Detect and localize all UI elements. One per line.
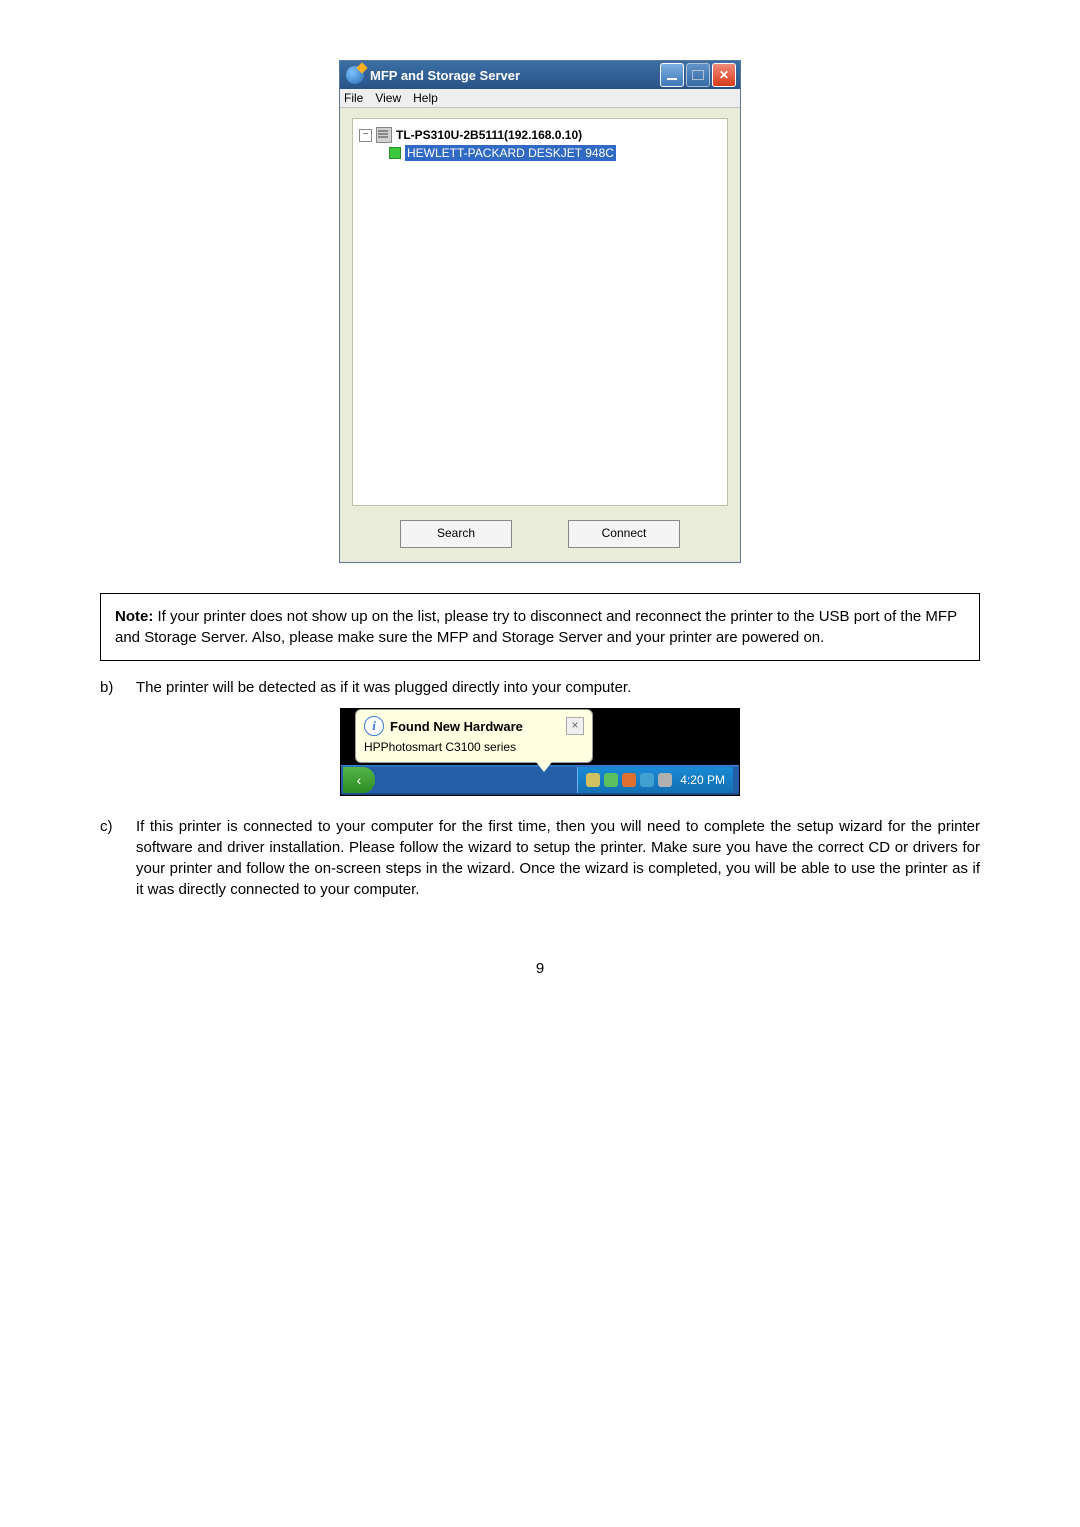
window-title: MFP and Storage Server xyxy=(370,68,660,83)
mfp-storage-server-window: MFP and Storage Server ✕ File View Help … xyxy=(339,60,741,563)
tray-icon[interactable] xyxy=(586,773,600,787)
balloon-body: HPPhotosmart C3100 series xyxy=(364,740,584,754)
app-icon xyxy=(346,66,364,84)
tree-child-row[interactable]: HEWLETT-PACKARD DESKJET 948C xyxy=(389,145,721,161)
tray-icon[interactable] xyxy=(622,773,636,787)
note-body: If your printer does not show up on the … xyxy=(115,608,957,646)
server-label: TL-PS310U-2B5111(192.168.0.10) xyxy=(396,128,582,142)
client-area: − TL-PS310U-2B5111(192.168.0.10) HEWLETT… xyxy=(340,108,740,562)
taskbar-screenshot: i Found New Hardware × HPPhotosmart C310… xyxy=(340,708,740,796)
found-new-hardware-balloon: i Found New Hardware × HPPhotosmart C310… xyxy=(355,709,593,763)
server-icon xyxy=(376,127,392,143)
tree-root-row[interactable]: − TL-PS310U-2B5111(192.168.0.10) xyxy=(359,127,721,143)
step-b-marker: b) xyxy=(100,677,122,698)
close-button[interactable]: ✕ xyxy=(712,63,736,87)
step-b-text: The printer will be detected as if it wa… xyxy=(136,677,980,698)
maximize-button[interactable] xyxy=(686,63,710,87)
balloon-title: Found New Hardware xyxy=(390,719,560,734)
step-b: b) The printer will be detected as if it… xyxy=(100,677,980,698)
search-button[interactable]: Search xyxy=(400,520,512,548)
menu-file[interactable]: File xyxy=(344,91,363,105)
window-controls: ✕ xyxy=(660,63,736,87)
balloon-close-button[interactable]: × xyxy=(566,717,584,735)
note-box: Note: If your printer does not show up o… xyxy=(100,593,980,661)
connect-button[interactable]: Connect xyxy=(568,520,680,548)
collapse-icon[interactable]: − xyxy=(359,129,372,142)
start-button[interactable]: ‹ xyxy=(343,767,375,793)
device-tree[interactable]: − TL-PS310U-2B5111(192.168.0.10) HEWLETT… xyxy=(352,118,728,506)
menu-view[interactable]: View xyxy=(375,91,401,105)
tray-icon[interactable] xyxy=(658,773,672,787)
step-c-text: If this printer is connected to your com… xyxy=(136,816,980,900)
status-online-icon xyxy=(389,147,401,159)
step-c-marker: c) xyxy=(100,816,122,900)
info-icon: i xyxy=(364,716,384,736)
minimize-button[interactable] xyxy=(660,63,684,87)
titlebar: MFP and Storage Server ✕ xyxy=(340,61,740,89)
tray-icon[interactable] xyxy=(640,773,654,787)
note-title: Note: xyxy=(115,608,153,625)
menu-bar: File View Help xyxy=(340,89,740,108)
printer-label: HEWLETT-PACKARD DESKJET 948C xyxy=(405,145,616,161)
step-c: c) If this printer is connected to your … xyxy=(100,816,980,900)
page-number: 9 xyxy=(80,960,1000,977)
button-row: Search Connect xyxy=(352,506,728,548)
clock: 4:20 PM xyxy=(680,773,725,787)
tray-icon[interactable] xyxy=(604,773,618,787)
system-tray: 4:20 PM xyxy=(577,767,733,793)
menu-help[interactable]: Help xyxy=(413,91,438,105)
